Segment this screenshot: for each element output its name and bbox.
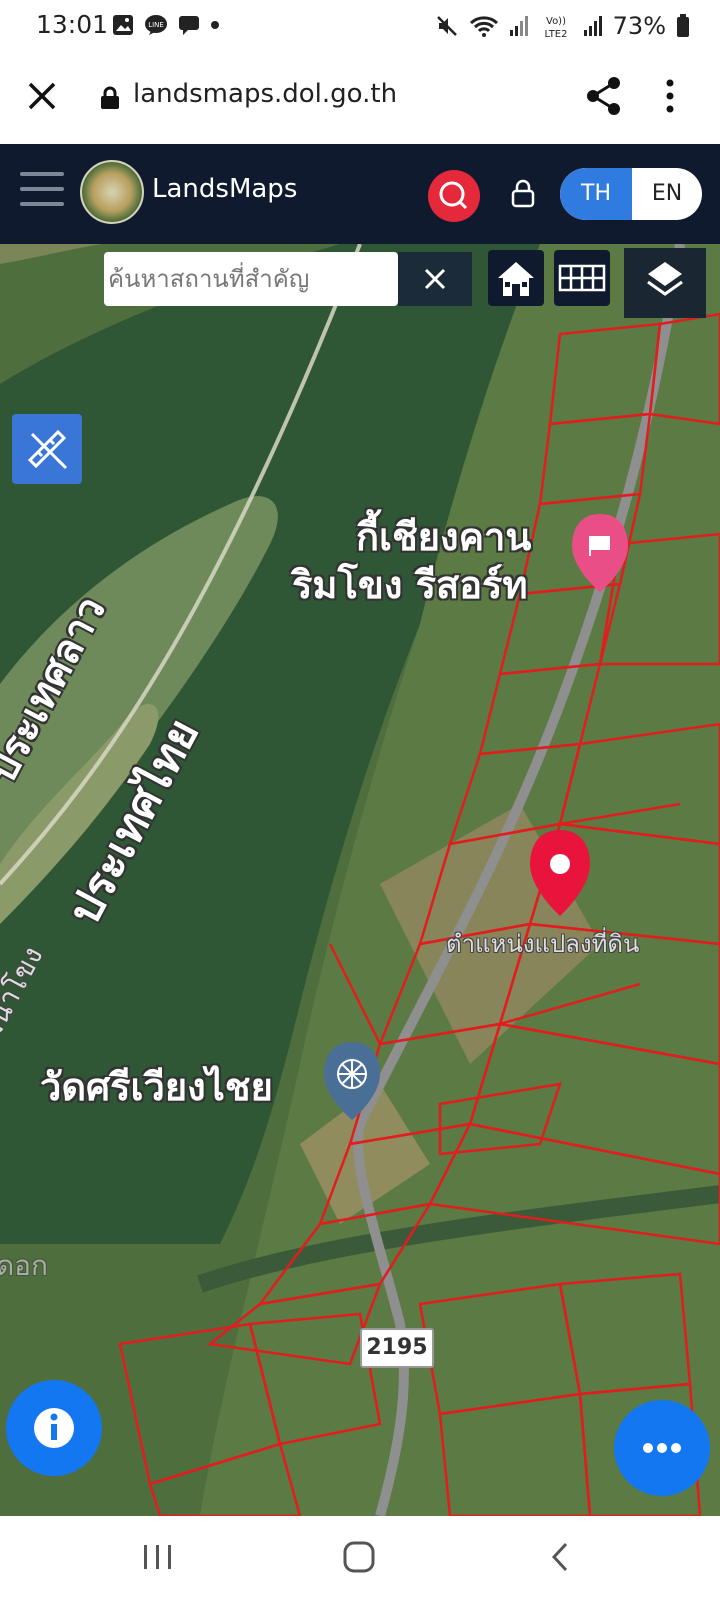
- volte-label: Vo)): [546, 16, 566, 27]
- lang-th-button[interactable]: TH: [560, 168, 632, 220]
- home-button[interactable]: [488, 250, 544, 306]
- resort-label-line2: ริมโขง รีสอร์ท: [292, 563, 528, 607]
- line-icon: LINE: [145, 15, 167, 35]
- search-icon: [439, 181, 468, 210]
- status-bar: 13:01 LINE Vo)) LTE2 73%: [0, 0, 720, 52]
- info-icon: [34, 1408, 74, 1448]
- volte-lte2-icon: Vo)) LTE2: [544, 16, 567, 39]
- battery-percent: 73%: [612, 12, 666, 40]
- gallery-icon: [113, 15, 133, 35]
- recent-apps-icon[interactable]: [140, 1542, 176, 1572]
- system-nav-bar: [0, 1516, 720, 1600]
- place-search-box: [104, 252, 398, 306]
- home-nav-icon[interactable]: [342, 1540, 376, 1574]
- temple-label: วัดศรีเวียงไชย: [40, 1065, 273, 1109]
- lte-label: LTE2: [544, 29, 567, 39]
- search-clear-button[interactable]: [398, 252, 472, 306]
- dol-logo: [80, 160, 144, 224]
- app-header: LandsMaps TH EN: [0, 144, 720, 244]
- road-number-sign: 2195: [360, 1328, 434, 1368]
- close-icon[interactable]: [24, 78, 60, 114]
- more-horiz-icon: [643, 1443, 681, 1453]
- status-time: 13:01: [36, 10, 109, 39]
- chat-icon: [179, 16, 199, 35]
- status-right: Vo)) LTE2 73%: [435, 12, 690, 40]
- search-button[interactable]: [428, 170, 480, 222]
- signal-icon: [509, 16, 528, 36]
- info-button[interactable]: [6, 1380, 102, 1476]
- wifi-icon: [469, 16, 498, 37]
- battery-icon: [677, 14, 689, 37]
- edge-label: ดอก: [0, 1249, 48, 1282]
- mute-icon: [436, 16, 457, 36]
- url-text[interactable]: landsmaps.dol.go.th: [133, 79, 397, 109]
- lock-icon: [101, 86, 119, 109]
- notification-icons: LINE: [112, 14, 220, 36]
- more-vert-icon[interactable]: [664, 78, 676, 114]
- place-search-input[interactable]: [104, 252, 390, 306]
- language-toggle: TH EN: [560, 168, 702, 220]
- svg-text:LINE: LINE: [148, 21, 164, 29]
- parcel-grid-button[interactable]: [554, 250, 610, 306]
- map-view[interactable]: กี้เชียงคาน ริมโขง รีสอร์ท ประเทศลาว ประ…: [0, 244, 720, 1516]
- login-lock-icon[interactable]: [510, 178, 536, 208]
- more-options-button[interactable]: [614, 1400, 710, 1496]
- lang-en-button[interactable]: EN: [632, 168, 702, 220]
- layers-button[interactable]: [624, 248, 706, 318]
- parcel-label: ตำแหน่งแปลงที่ดิน: [446, 930, 640, 958]
- signal-icon: [583, 16, 602, 36]
- menu-icon[interactable]: [20, 172, 64, 210]
- app-name: LandsMaps: [152, 174, 298, 204]
- dot-icon: [211, 21, 219, 29]
- close-icon: [424, 268, 446, 290]
- grid-icon: [558, 264, 606, 292]
- ruler-pencil-icon: [27, 429, 68, 470]
- draw-measure-button[interactable]: [12, 414, 82, 484]
- share-icon[interactable]: [586, 76, 622, 116]
- browser-url-bar: landsmaps.dol.go.th: [0, 52, 720, 145]
- home-icon: [498, 262, 534, 296]
- back-icon[interactable]: [548, 1540, 572, 1574]
- layers-icon: [647, 262, 683, 296]
